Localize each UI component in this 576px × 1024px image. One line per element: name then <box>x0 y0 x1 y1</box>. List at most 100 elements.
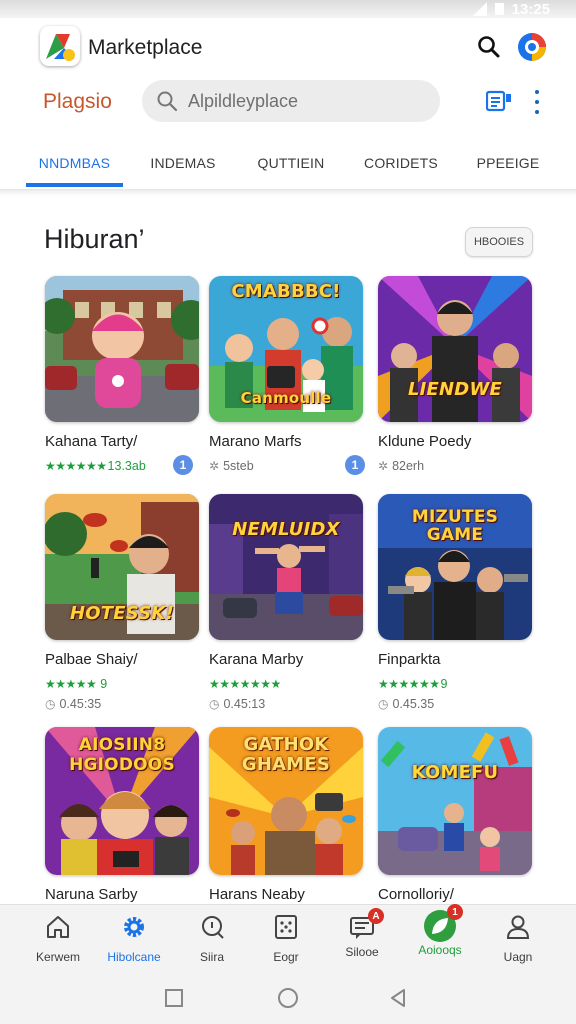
nav-label: Eogr <box>273 950 299 964</box>
size-value: 0.45.35 <box>392 697 435 711</box>
app-bar: Marketplace <box>0 22 576 74</box>
app-thumbnail[interactable]: LIENDWE <box>378 276 532 422</box>
overflow-menu-icon[interactable] <box>532 90 542 114</box>
app-thumbnail[interactable]: MIZUTES GAME <box>378 494 532 640</box>
recents-button[interactable] <box>162 986 186 1010</box>
tab-5[interactable]: PPEEIGE <box>466 138 550 188</box>
thumbnail-title: MIZUTES GAME <box>411 507 499 545</box>
nav-eogr[interactable]: Eogr <box>246 913 326 964</box>
thumbnail-title: GATHOK GHAMES <box>241 734 331 775</box>
rating-stars: ★★★★★★★ <box>209 677 281 691</box>
rating-stars: ★★★★★★ <box>45 459 107 473</box>
nav-label: Uagn <box>503 950 533 964</box>
rating-row: ★★★★★ 9 <box>45 675 199 693</box>
nav-hibolcane[interactable]: Hibolcane <box>94 913 174 964</box>
clock-icon: ◷ <box>378 697 389 711</box>
bottom-navigation: Kerwem Hibolcane Siira Eogr A Silooe 1 A… <box>0 904 576 974</box>
notification-badge: 1 <box>447 904 463 920</box>
meta-value: 5steb <box>223 459 254 473</box>
rating-value: 13.3ab <box>107 459 146 473</box>
app-card[interactable]: NEMLUIDX Karana Marby ★★★★★★★ ◷ 0.45:13 <box>209 494 363 715</box>
size-value: 0.45:13 <box>223 697 266 711</box>
size-row: ◷ 0.45.35 <box>378 697 532 715</box>
meta-row: ✲ 5steb <box>209 457 363 475</box>
rating-stars: ★★★★★ <box>45 677 97 691</box>
app-name: Karana Marby <box>209 651 304 668</box>
clock-icon: ◷ <box>45 697 56 711</box>
thumbnail-title: HOTESSK! <box>70 603 174 624</box>
rating-row: ★★★★★★ 9 <box>378 675 532 693</box>
status-bar: 13:25 <box>0 0 576 18</box>
nav-label: Hibolcane <box>107 950 161 964</box>
app-thumbnail[interactable]: CMABBBC! Canmoulle <box>209 276 363 422</box>
app-card[interactable]: GATHOK GHAMES Harans Neaby <box>209 727 363 906</box>
home-button[interactable] <box>276 986 300 1010</box>
search-row: Plagsio <box>0 78 576 124</box>
size-row: ◷ 0.45:35 <box>45 697 199 715</box>
search-input[interactable] <box>188 90 418 112</box>
app-thumbnail[interactable]: KOMEFU <box>378 727 532 875</box>
thumbnail-title: CMABBBC! <box>231 281 341 302</box>
nav-aoiooqs[interactable]: 1 Aoiooqs <box>400 904 480 957</box>
rating-value: 9 <box>100 677 108 691</box>
thumbnail-title: AIOSIIN8 HGIODOOS <box>69 735 175 775</box>
app-card[interactable]: AIOSIIN8 HGIODOOS Naruna Sarby <box>45 727 199 906</box>
tab-3[interactable]: QUTTIEIN <box>248 138 334 188</box>
nav-label: Silooe <box>345 945 379 959</box>
nav-siira[interactable]: Siira <box>172 913 252 964</box>
update-badge: 1 <box>173 455 193 475</box>
message-icon: A <box>348 908 384 941</box>
meta-value: 82erh <box>392 459 425 473</box>
search-icon[interactable] <box>476 34 502 60</box>
gear-icon <box>124 917 144 937</box>
app-thumbnail[interactable]: AIOSIIN8 HGIODOOS <box>45 727 199 875</box>
rating-value: 9 <box>440 677 448 691</box>
search-bar[interactable] <box>142 80 440 122</box>
app-name: Cornolloriy/ <box>378 886 454 903</box>
signal-icon <box>472 2 487 16</box>
app-thumbnail[interactable]: NEMLUIDX <box>209 494 363 640</box>
download-icon: ✲ <box>378 459 389 473</box>
tab-indicator <box>26 183 123 187</box>
thumbnail-subtitle: Canmoulle <box>240 389 332 407</box>
battery-icon <box>494 3 504 15</box>
section-title: Hiburan’ <box>44 224 145 254</box>
app-card[interactable]: CMABBBC! Canmoulle Marano Marfs ✲ 5steb … <box>209 276 365 475</box>
app-title: Marketplace <box>88 36 203 59</box>
nav-label: Kerwem <box>35 950 80 964</box>
magnifier-icon <box>157 91 178 112</box>
app-name: Marano Marfs <box>209 433 302 450</box>
thumbnail-title: LIENDWE <box>407 379 503 400</box>
app-card[interactable]: LIENDWE Kldune Poedy ✲ 82erh <box>378 276 532 475</box>
app-name: Harans Neaby <box>209 886 305 903</box>
app-card[interactable]: HOTESSK! Palbae Shaiy/ ★★★★★ 9 ◷ 0.45:35 <box>45 494 199 715</box>
app-card[interactable]: KOMEFU Cornolloriy/ <box>378 727 532 906</box>
list-cart-icon[interactable] <box>486 90 512 112</box>
thumbnail-title: KOMEFU <box>411 762 499 783</box>
meta-row: ✲ 82erh <box>378 457 532 475</box>
back-button[interactable] <box>386 986 410 1010</box>
tab-4[interactable]: CORIDETS <box>356 138 446 188</box>
info-icon <box>202 916 224 939</box>
see-more-button[interactable]: HBOOIES <box>465 227 533 257</box>
nav-silooe[interactable]: A Silooe <box>322 908 402 959</box>
download-icon: ✲ <box>209 459 220 473</box>
grid-icon <box>275 915 297 939</box>
app-thumbnail[interactable]: GATHOK GHAMES <box>209 727 363 875</box>
tab-1[interactable]: NNDMBAS <box>26 138 123 188</box>
store-brand[interactable]: Plagsio <box>43 90 112 114</box>
app-thumbnail[interactable] <box>45 276 199 422</box>
size-value: 0.45:35 <box>59 697 102 711</box>
app-logo-icon <box>40 26 80 66</box>
nav-home[interactable]: Kerwem <box>18 913 98 964</box>
nav-uagn[interactable]: Uagn <box>478 913 558 964</box>
app-card[interactable]: Kahana Tarty/ ★★★★★★ 13.3ab 1 <box>45 276 199 475</box>
app-name: Finparkta <box>378 651 441 668</box>
category-tabs: NNDMBAS INDEMAS QUTTIEIN CORIDETS PPEEIG… <box>0 138 576 190</box>
app-card[interactable]: MIZUTES GAME Finparkta ★★★★★★ 9 ◷ 0.45.35 <box>378 494 532 715</box>
notification-badge: A <box>368 908 384 924</box>
account-icon[interactable] <box>517 32 547 62</box>
app-thumbnail[interactable]: HOTESSK! <box>45 494 199 640</box>
app-name: Naruna Sarby <box>45 886 138 903</box>
tab-2[interactable]: INDEMAS <box>140 138 226 188</box>
